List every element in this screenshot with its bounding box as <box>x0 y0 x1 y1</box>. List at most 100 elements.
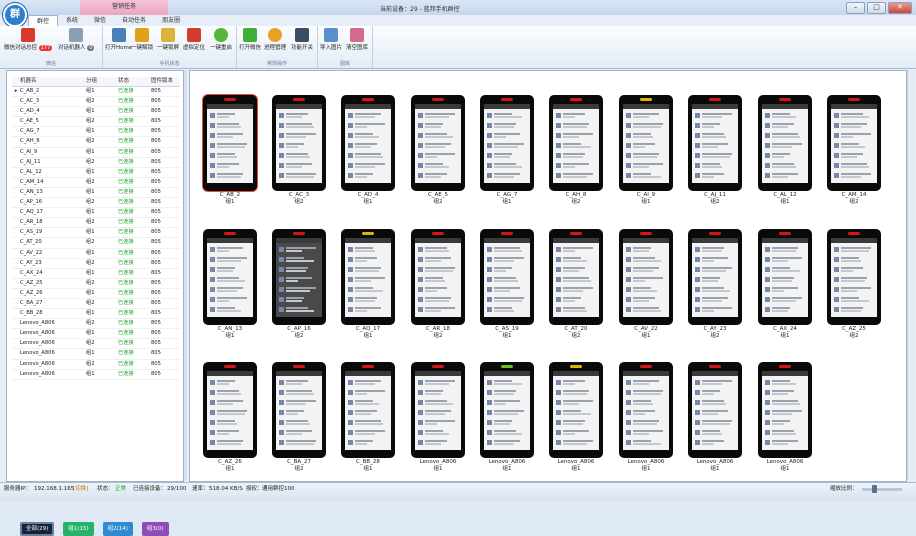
phone-screen-mirror[interactable] <box>623 104 669 183</box>
table-row[interactable]: C_AE_5 组2 已连接 805 <box>12 117 180 128</box>
table-row[interactable]: C_AT_20 组2 已连接 805 <box>12 238 180 249</box>
phone-screen-mirror[interactable] <box>553 371 599 450</box>
phone-screen-mirror[interactable] <box>484 104 530 183</box>
table-row[interactable]: ▸ C_AB_2 组1 已连接 805 <box>12 87 180 98</box>
phone-screen-mirror[interactable] <box>415 104 461 183</box>
phone-tile[interactable] <box>619 95 673 191</box>
phone-tile[interactable] <box>827 229 881 325</box>
phone-screen-mirror[interactable] <box>831 238 877 317</box>
phone-screen-mirror[interactable] <box>692 371 738 450</box>
table-row[interactable]: C_AN_13 组1 已连接 805 <box>12 188 180 199</box>
group-filter-all-button[interactable]: 全部(29) <box>20 522 55 536</box>
table-row[interactable]: Lenovo_A806 组1 已连接 805 <box>12 370 180 380</box>
tab-system[interactable]: 系统 <box>58 15 86 26</box>
phone-screen-mirror[interactable] <box>692 238 738 317</box>
phone-tile[interactable] <box>549 229 603 325</box>
table-row[interactable]: C_AM_14 组2 已连接 805 <box>12 178 180 188</box>
table-row[interactable]: C_AH_8 组2 已连接 805 <box>12 137 180 148</box>
app-logo-icon[interactable]: 群 <box>3 3 27 27</box>
tab-wechat[interactable]: 微信 <box>86 15 114 26</box>
phone-screen-mirror[interactable] <box>345 238 391 317</box>
table-row[interactable]: Lenovo_A806 组2 已连接 805 <box>12 339 180 350</box>
zoom-slider-thumb[interactable] <box>872 485 877 493</box>
phone-screen-mirror[interactable] <box>831 104 877 183</box>
column-header-firmware[interactable]: 固件版本 <box>151 77 180 86</box>
phone-tile[interactable] <box>341 95 395 191</box>
phone-screen-mirror[interactable] <box>345 371 391 450</box>
phone-screen-mirror[interactable] <box>276 371 322 450</box>
table-row[interactable]: C_AL_12 组1 已连接 805 <box>12 168 180 178</box>
table-row[interactable]: C_AI_9 组1 已连接 805 <box>12 148 180 158</box>
unlock-button[interactable]: 一键解锁 <box>131 28 153 51</box>
phone-tile[interactable] <box>203 362 257 458</box>
table-row[interactable]: C_AX_24 组1 已连接 805 <box>12 269 180 279</box>
minimize-button[interactable]: – <box>846 2 865 14</box>
table-row[interactable]: C_AJ_11 组2 已连接 805 <box>12 158 180 168</box>
table-row[interactable]: C_AC_3 组2 已连接 805 <box>12 97 180 108</box>
phone-tile[interactable] <box>411 229 465 325</box>
import-images-button[interactable]: 导入图片 <box>320 28 342 51</box>
table-row[interactable]: Lenovo_A806 组1 已连接 805 <box>12 329 180 340</box>
phone-screen-mirror[interactable] <box>415 371 461 450</box>
column-header-status[interactable]: 状态 <box>118 77 151 86</box>
phone-tile[interactable] <box>272 362 326 458</box>
virtual-location-button[interactable]: 虚拟定位 <box>183 28 205 51</box>
open-home-button[interactable]: 打开Home <box>105 28 132 51</box>
phone-tile[interactable] <box>549 95 603 191</box>
phone-screen-mirror[interactable] <box>276 104 322 183</box>
phone-screen-mirror[interactable] <box>762 238 808 317</box>
feature-switch-button[interactable]: 功能开关 <box>291 28 313 51</box>
wechat-chat-console-button[interactable]: 微信对话总控 177 <box>4 28 53 51</box>
phone-screen-mirror[interactable] <box>484 238 530 317</box>
phone-tile[interactable] <box>758 95 812 191</box>
phone-screen-mirror[interactable] <box>484 371 530 450</box>
phone-tile[interactable] <box>203 95 257 191</box>
phone-screen-mirror[interactable] <box>207 104 253 183</box>
phone-tile[interactable] <box>619 229 673 325</box>
table-row[interactable]: C_AS_19 组1 已连接 805 <box>12 228 180 239</box>
close-button[interactable]: ✕ <box>888 2 912 14</box>
phone-screen-mirror[interactable] <box>762 371 808 450</box>
group-filter-1-button[interactable]: 组1(15) <box>63 522 94 536</box>
phone-tile[interactable] <box>411 362 465 458</box>
table-row[interactable]: C_AR_18 组2 已连接 805 <box>12 218 180 229</box>
table-row[interactable]: C_AY_23 组2 已连接 805 <box>12 259 180 269</box>
phone-screen-mirror[interactable] <box>623 371 669 450</box>
table-row[interactable]: C_AZ_26 组1 已连接 805 <box>12 289 180 299</box>
chat-robot-button[interactable]: 对话机器人 0 <box>58 28 95 51</box>
phone-screen-mirror[interactable] <box>553 238 599 317</box>
table-row[interactable]: C_AV_22 组1 已连接 805 <box>12 249 180 259</box>
phone-tile[interactable] <box>688 95 742 191</box>
phone-screen-mirror[interactable] <box>762 104 808 183</box>
process-manager-button[interactable]: 进程管理 <box>264 28 286 51</box>
table-row[interactable]: C_BA_27 组2 已连接 805 <box>12 299 180 310</box>
phone-tile[interactable] <box>480 229 534 325</box>
maximize-button[interactable]: □ <box>867 2 886 14</box>
phone-tile[interactable] <box>758 229 812 325</box>
column-header-name[interactable]: 机器名 <box>20 77 86 86</box>
phone-tile[interactable] <box>619 362 673 458</box>
table-row[interactable]: C_AD_4 组1 已连接 805 <box>12 107 180 118</box>
phone-screen-mirror[interactable] <box>207 238 253 317</box>
tab-auto-task[interactable]: 自动任务 <box>114 15 154 26</box>
phone-tile[interactable] <box>480 362 534 458</box>
phone-screen-mirror[interactable] <box>553 104 599 183</box>
phone-tile[interactable] <box>411 95 465 191</box>
panel-splitter[interactable] <box>184 70 187 480</box>
table-row[interactable]: C_AP_16 组2 已连接 805 <box>12 198 180 209</box>
phone-tile[interactable] <box>203 229 257 325</box>
table-row[interactable]: C_BB_28 组1 已连接 805 <box>12 309 180 320</box>
table-row[interactable]: C_AZ_25 组2 已连接 805 <box>12 279 180 289</box>
phone-tile[interactable] <box>758 362 812 458</box>
phone-screen-mirror[interactable] <box>623 238 669 317</box>
phone-tile[interactable] <box>272 229 326 325</box>
phone-screen-mirror[interactable] <box>345 104 391 183</box>
phone-screen-mirror[interactable] <box>276 238 322 317</box>
table-row[interactable]: C_AQ_17 组1 已连接 805 <box>12 208 180 219</box>
table-row[interactable]: Lenovo_A806 组2 已连接 805 <box>12 360 180 370</box>
tab-moments[interactable]: 朋友圈 <box>154 15 188 26</box>
group-filter-2-button[interactable]: 组2(14) <box>102 522 133 536</box>
phone-screen-mirror[interactable] <box>415 238 461 317</box>
context-tab-marketing[interactable]: 营销任务 <box>80 0 168 15</box>
table-row[interactable]: C_AG_7 组1 已连接 805 <box>12 127 180 138</box>
